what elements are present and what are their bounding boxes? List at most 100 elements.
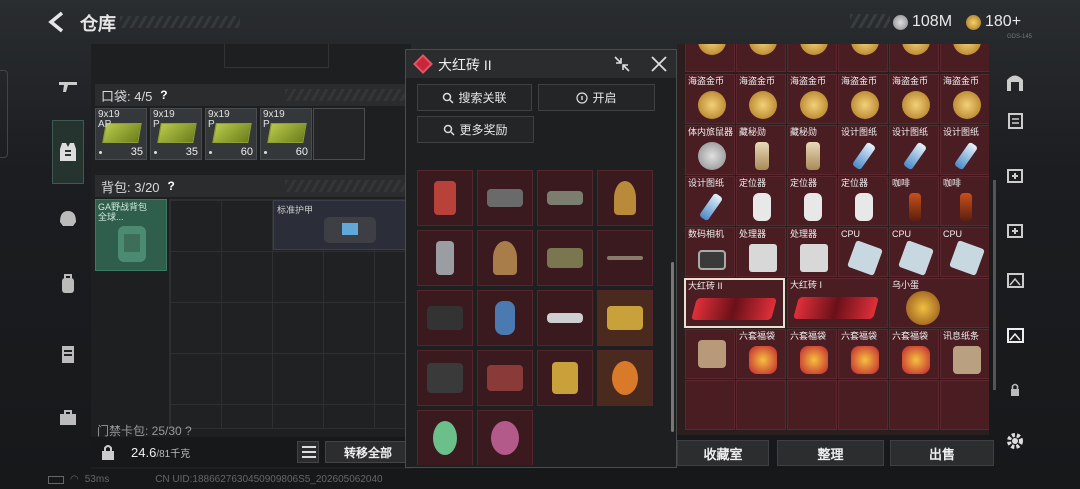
list-view-button[interactable] bbox=[297, 441, 319, 463]
stash-cell[interactable] bbox=[838, 380, 888, 430]
stash-cell[interactable]: 海盗金币 bbox=[787, 74, 837, 124]
stash-cell[interactable] bbox=[787, 44, 837, 72]
stash-cell[interactable]: 咖啡 bbox=[940, 176, 989, 226]
vault-tab[interactable]: 收藏室 bbox=[677, 440, 769, 466]
stash-cell[interactable]: 藏秘勋 bbox=[787, 125, 837, 175]
stash-cell[interactable]: 海盗金币 bbox=[736, 74, 786, 124]
stash-cell[interactable]: 大红砖 I bbox=[787, 278, 888, 328]
stash-cell[interactable]: 定位器 bbox=[736, 176, 786, 226]
stash-cell[interactable]: CPU bbox=[838, 227, 888, 277]
popup-scrollbar[interactable] bbox=[671, 262, 674, 432]
stash-cell[interactable] bbox=[685, 329, 735, 379]
stash-cell-selected[interactable]: 大红砖 II bbox=[684, 278, 785, 328]
reward-cell[interactable] bbox=[477, 230, 533, 286]
open-button[interactable]: 开启 bbox=[538, 84, 655, 111]
pocket-slot-4[interactable]: 9x19 P 60 bbox=[260, 108, 312, 160]
nav-vest[interactable] bbox=[52, 120, 84, 184]
search-related-button[interactable]: 搜索关联 bbox=[417, 84, 532, 111]
stash-cell[interactable]: 咖啡 bbox=[889, 176, 939, 226]
reward-cell[interactable] bbox=[477, 350, 533, 406]
nav-backpack[interactable] bbox=[52, 268, 84, 300]
stash-cell[interactable]: 六套福袋 bbox=[889, 329, 939, 379]
transfer-all-button[interactable]: 转移全部 bbox=[325, 441, 411, 463]
reward-cell[interactable] bbox=[417, 410, 473, 465]
stash-cell[interactable] bbox=[685, 380, 735, 430]
stash-cell[interactable]: 处理器 bbox=[736, 227, 786, 277]
nav-level-4b[interactable] bbox=[1001, 160, 1029, 188]
stash-cell[interactable] bbox=[889, 380, 939, 430]
reward-cell[interactable] bbox=[537, 350, 593, 406]
back-arrow-icon[interactable] bbox=[46, 10, 68, 34]
stash-cell[interactable]: 设计图纸 bbox=[940, 125, 989, 175]
stash-cell[interactable]: 设计图纸 bbox=[685, 176, 735, 226]
nav-lock[interactable] bbox=[1001, 375, 1029, 403]
nav-rig[interactable] bbox=[52, 338, 84, 370]
reward-cell[interactable] bbox=[477, 170, 533, 226]
reward-cell[interactable] bbox=[417, 290, 473, 346]
stash-cell[interactable]: 定位器 bbox=[838, 176, 888, 226]
stash-cell[interactable]: 处理器 bbox=[787, 227, 837, 277]
stash-cell[interactable]: 海盗金币 bbox=[685, 74, 735, 124]
slot-top[interactable] bbox=[224, 44, 329, 68]
pocket-slot-5[interactable] bbox=[313, 108, 365, 160]
stash-cell[interactable]: 数码相机 bbox=[685, 227, 735, 277]
reward-cell[interactable] bbox=[537, 230, 593, 286]
nav-weapon[interactable] bbox=[52, 70, 84, 102]
pocket-slot-3[interactable]: 9x19 P 60 bbox=[205, 108, 257, 160]
collapse-icon[interactable] bbox=[612, 54, 632, 74]
stash-cell[interactable] bbox=[838, 44, 888, 72]
reward-cell[interactable] bbox=[477, 410, 533, 465]
nav-level-4e[interactable] bbox=[1001, 320, 1029, 348]
stash-cell[interactable]: 讯息纸条 bbox=[940, 329, 989, 379]
reward-cell[interactable] bbox=[417, 230, 473, 286]
stash-cell[interactable]: 设计图纸 bbox=[838, 125, 888, 175]
pocket-slot-1[interactable]: 9x19 AP 35 bbox=[95, 108, 147, 160]
reward-cell[interactable] bbox=[477, 290, 533, 346]
stash-cell[interactable] bbox=[685, 44, 735, 72]
reward-cell[interactable] bbox=[537, 290, 593, 346]
reward-cell[interactable] bbox=[597, 350, 653, 406]
pocket-slot-2[interactable]: 9x19 P 35 bbox=[150, 108, 202, 160]
stash-cell[interactable]: 海盗金币 bbox=[838, 74, 888, 124]
lock-icon[interactable] bbox=[101, 444, 115, 460]
stash-cell[interactable]: 六套福袋 bbox=[787, 329, 837, 379]
reward-cell[interactable] bbox=[597, 290, 653, 346]
stash-cell[interactable]: CPU bbox=[889, 227, 939, 277]
currency-gold[interactable]: 180+ bbox=[966, 11, 1021, 33]
nav-gate[interactable] bbox=[1001, 68, 1029, 96]
help-icon[interactable]: ? bbox=[160, 88, 167, 102]
nav-helmet[interactable] bbox=[52, 203, 84, 235]
reward-cell[interactable] bbox=[417, 350, 473, 406]
close-icon[interactable] bbox=[649, 54, 669, 74]
stash-cell[interactable]: 定位器 bbox=[787, 176, 837, 226]
settings-button[interactable] bbox=[1001, 427, 1029, 455]
stash-cell[interactable] bbox=[787, 380, 837, 430]
sort-button[interactable]: 整理 bbox=[777, 440, 884, 466]
more-rewards-button[interactable]: 更多奖励 bbox=[417, 116, 534, 143]
stash-cell[interactable] bbox=[940, 44, 989, 72]
stash-cell[interactable]: 体内旅鼠器 bbox=[685, 125, 735, 175]
reward-cell[interactable] bbox=[537, 170, 593, 226]
reward-cell[interactable] bbox=[597, 170, 653, 226]
stash-cell[interactable]: 乌小蛋 bbox=[889, 278, 989, 328]
reward-cell[interactable] bbox=[417, 170, 473, 226]
stash-cell[interactable]: 设计图纸 bbox=[889, 125, 939, 175]
nav-level-4d[interactable] bbox=[1001, 265, 1029, 293]
stash-cell[interactable] bbox=[736, 44, 786, 72]
stash-cell[interactable]: 海盗金币 bbox=[889, 74, 939, 124]
nav-case[interactable] bbox=[52, 402, 84, 434]
backpack-slot[interactable]: GA野战背包 全球... bbox=[95, 199, 167, 271]
stash-cell[interactable]: 藏秘勋 bbox=[736, 125, 786, 175]
stash-cell[interactable] bbox=[889, 44, 939, 72]
armor-item[interactable]: 标准护甲 bbox=[273, 200, 407, 250]
stash-cell[interactable]: 六套福袋 bbox=[838, 329, 888, 379]
left-edge-tab[interactable] bbox=[0, 70, 8, 158]
stash-cell[interactable]: 六套福袋 bbox=[736, 329, 786, 379]
stash-cell[interactable]: CPU bbox=[940, 227, 989, 277]
help-icon[interactable]: ? bbox=[168, 179, 175, 193]
stash-cell[interactable]: 海盗金币 bbox=[940, 74, 989, 124]
reward-cell[interactable] bbox=[597, 230, 653, 286]
nav-level-4c[interactable] bbox=[1001, 215, 1029, 243]
sell-button[interactable]: 出售 bbox=[890, 440, 994, 466]
nav-level-4a[interactable] bbox=[1001, 105, 1029, 133]
